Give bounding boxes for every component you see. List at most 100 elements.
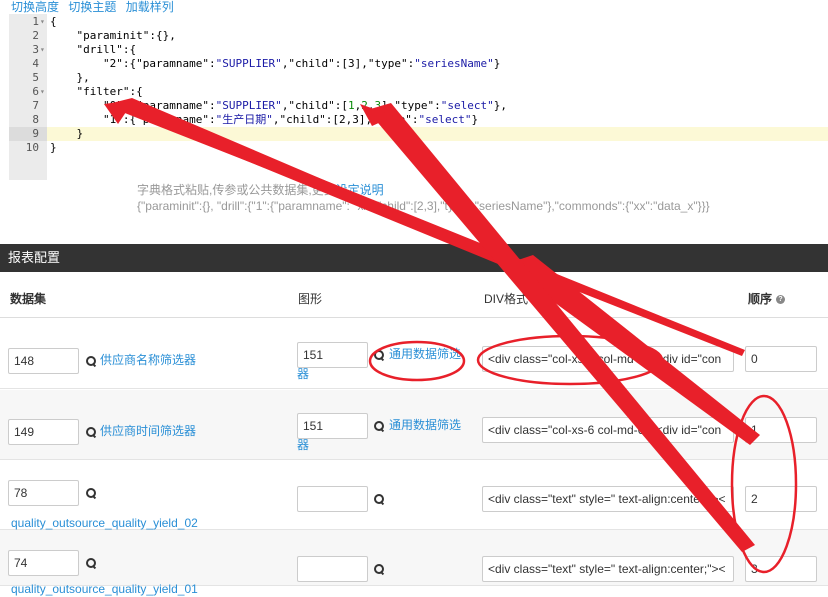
dataset-id-input[interactable]: 148 [8,348,79,374]
div-format-input[interactable]: <div class="text" style=" text-align:cen… [482,556,734,582]
column-graph-label: 图形 [298,292,323,306]
code-text: "paraminit":{}, [76,29,176,42]
switch-height-link[interactable]: 切换高度 [11,0,59,14]
graph-id-value: 151 [303,419,324,433]
graph-link[interactable]: 通用数据筛选 [389,347,461,362]
line-number: 3 [32,43,39,56]
div-format-value: <div class="col-xs-6 col-md-6"><div id="… [488,352,722,366]
help-icon[interactable]: ? [776,295,786,305]
load-sample-link[interactable]: 加载样列 [126,0,174,14]
search-icon[interactable] [86,558,96,568]
code-line[interactable]: 2 "paraminit":{}, [9,29,828,43]
line-number: 4 [32,57,39,70]
dataset-id-value: 74 [14,556,28,570]
graph-link-wrap[interactable]: 器 [297,367,309,382]
graph-id-input[interactable] [297,486,368,512]
line-number: 6 [32,85,39,98]
order-value: 1 [751,423,758,437]
code-text: "2":{"paramname":"SUPPLIER","child":[3],… [50,57,501,70]
dataset-id-value: 149 [14,425,35,439]
div-format-input[interactable]: <div class="col-xs-6 col-md-6"><div id="… [482,346,734,372]
search-icon[interactable] [374,350,384,360]
line-number: 7 [32,99,39,112]
div-format-input[interactable]: <div class="text" style=" text-align:cen… [482,486,734,512]
code-line[interactable]: 1 ▾ { [9,15,828,29]
graph-id-input[interactable]: 151 [297,413,368,439]
table-header: 数据集 图形 DIV格式? 顺序? [0,272,828,318]
order-value: 3 [751,562,758,576]
order-value: 2 [751,492,758,506]
graph-link[interactable]: 通用数据筛选 [389,418,461,433]
table-row: 149 供应商时间筛选器 151 通用数据筛选器 <div class="col-xs-… [0,390,828,460]
search-icon[interactable] [86,356,96,366]
div-format-input[interactable]: <div class="col-xs-6 col-md-6"><div id="… [482,417,734,443]
graph-id-input[interactable] [297,556,368,582]
order-value: 0 [751,352,758,366]
column-graph: 图形 [298,290,322,307]
dataset-id-input[interactable]: 78 [8,480,79,506]
column-order: 顺序? [748,290,786,307]
dataset-link[interactable]: 供应商名称筛选器 [100,353,196,368]
dataset-id-input[interactable]: 149 [8,419,79,445]
fold-arrow-icon[interactable]: ▾ [40,15,45,29]
line-number: 2 [32,29,39,42]
order-input[interactable]: 1 [745,417,817,443]
order-input[interactable]: 3 [745,556,817,582]
code-line[interactable]: 3 ▾ "drill":{ [9,43,828,57]
editor-toolbar: 切换高度 切换主题 加载样列 [11,0,180,14]
dataset-link[interactable]: 供应商时间筛选器 [100,424,196,439]
column-dataset: 数据集 [10,290,46,307]
dataset-link[interactable]: quality_outsource_quality_yield_02 [11,516,198,531]
code-line[interactable]: 6 ▾ "filter":{ [9,85,828,99]
line-number: 8 [32,113,39,126]
table-row: 74 quality_outsource_quality_yield_01 <div… [0,530,828,596]
code-line[interactable]: 10} [9,141,828,155]
help-icon[interactable]: ? [532,295,542,305]
dataset-id-input[interactable]: 74 [8,550,79,576]
code-text: }, [50,71,90,84]
line-number: 5 [32,71,39,84]
code-line[interactable]: 9 } [9,127,828,141]
column-dataset-label: 数据集 [10,292,47,306]
table-row: 78 quality_outsource_quality_yield_02 <div… [0,460,828,530]
code-text: } [50,127,84,140]
code-line[interactable]: 4 "2":{"paramname":"SUPPLIER","child":[3… [9,57,828,71]
table-row: 148 供应商名称筛选器 151 通用数据筛选器 <div class="col-xs-… [0,319,828,389]
fold-arrow-icon[interactable]: ▾ [40,85,45,99]
format-hint-text: 字典格式粘贴,传参或公共数据集,更多 [137,183,336,197]
format-hint: 字典格式粘贴,传参或公共数据集,更多设定说明 [137,183,384,198]
search-icon[interactable] [374,564,384,574]
line-number: 10 [25,141,39,154]
search-icon[interactable] [86,427,96,437]
code-text: "0":{"paramname":"SUPPLIER","child":[1,2… [50,99,508,112]
switch-theme-link[interactable]: 切换主题 [68,0,116,14]
div-format-value: <div class="col-xs-6 col-md-6"><div id="… [488,423,722,437]
order-input[interactable]: 2 [745,486,817,512]
code-text: "1":{"paramname":"生产日期","child":[2,3],"t… [50,113,479,126]
settings-help-link[interactable]: 设定说明 [336,183,384,197]
line-number: 1 [32,15,39,28]
code-line[interactable]: 8 "1":{"paramname":"生产日期","child":[2,3],… [9,113,828,127]
search-icon[interactable] [374,494,384,504]
graph-link-wrap[interactable]: 器 [297,438,309,453]
dataset-id-value: 148 [14,354,35,368]
div-format-value: <div class="text" style=" text-align:cen… [488,562,726,576]
json-code-editor[interactable]: 1 ▾{2 "paraminit":{}, 3 ▾ "drill":{4 "2":{"… [9,14,828,180]
dataset-link[interactable]: quality_outsource_quality_yield_01 [11,582,198,597]
column-div: DIV格式? [484,290,542,307]
search-icon[interactable] [374,421,384,431]
search-icon[interactable] [86,488,96,498]
code-line[interactable]: 7 "0":{"paramname":"SUPPLIER","child":[1… [9,99,828,113]
fold-arrow-icon[interactable]: ▾ [40,43,45,57]
dataset-id-value: 78 [14,486,28,500]
div-format-value: <div class="text" style=" text-align:cen… [488,492,726,506]
code-text: } [50,141,57,154]
code-line[interactable]: 5 }, [9,71,828,85]
line-number: 9 [32,127,39,140]
order-input[interactable]: 0 [745,346,817,372]
column-order-label: 顺序 [748,292,773,306]
code-text: { [50,15,57,28]
code-text: "drill":{ [76,43,137,56]
graph-id-input[interactable]: 151 [297,342,368,368]
report-config-header: 报表配置 [0,244,828,272]
